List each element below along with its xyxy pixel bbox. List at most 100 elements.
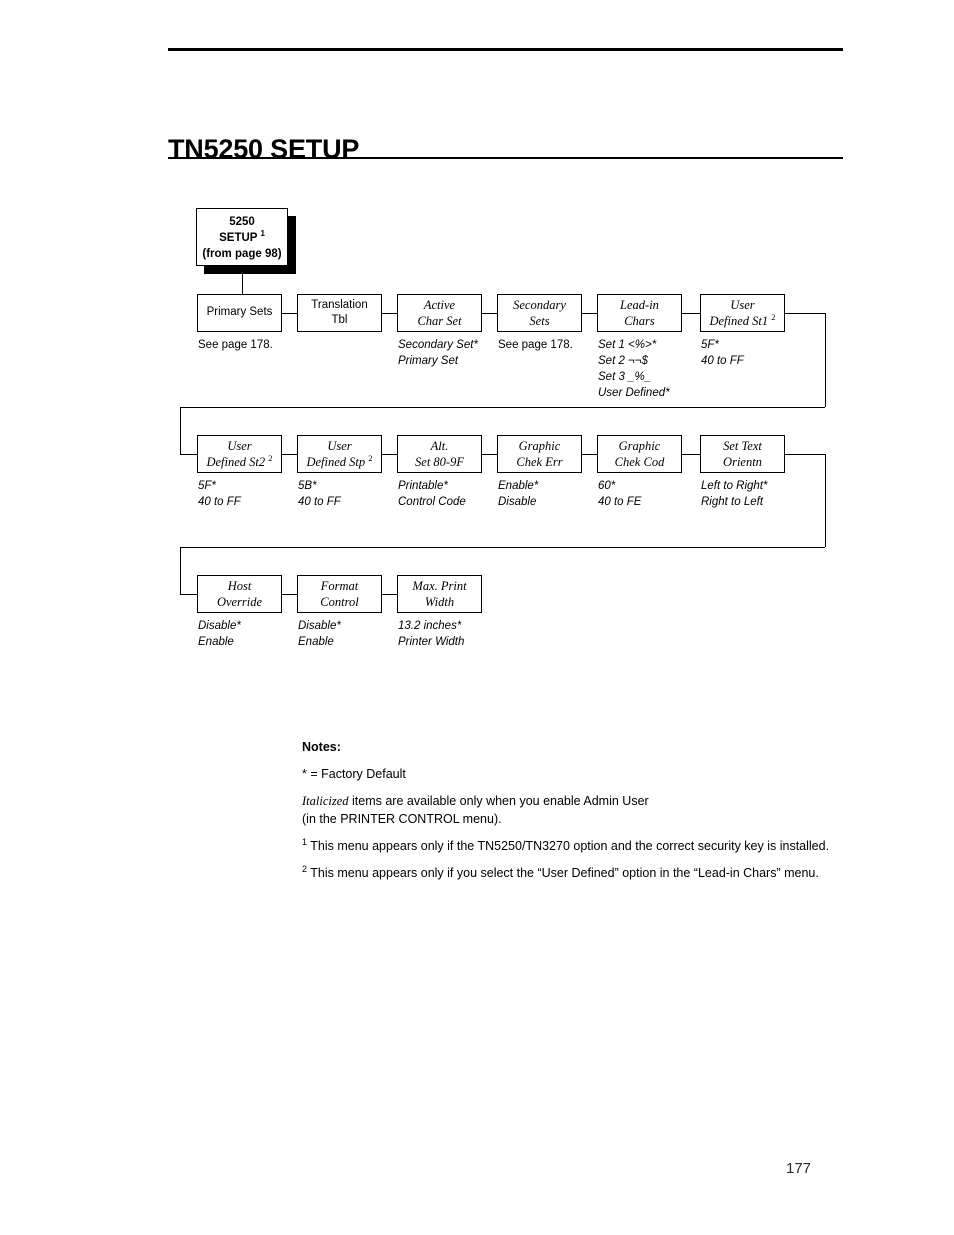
root-footnote-marker: 1 <box>260 229 265 239</box>
note-italicized-line2: (in the PRINTER CONTROL menu). <box>302 811 502 826</box>
menu-node-line-2: Control <box>320 595 359 609</box>
menu-node-line-2: Tbl <box>331 314 348 326</box>
menu-node-line-2: Set 80-9F <box>415 455 464 469</box>
connector-line <box>180 547 181 594</box>
connector-line <box>682 313 700 314</box>
menu-node-line-1: Graphic <box>518 438 561 453</box>
menu-node-line-2: Defined St1 2 <box>709 311 776 328</box>
note-1: 1 This menu appears only if the TN5250/T… <box>302 837 862 855</box>
menu-flow-diagram: 5250 SETUP 1 (from page 98) Primary Sets See… <box>0 0 954 700</box>
menu-node[interactable]: Primary Sets <box>197 294 282 332</box>
menu-node-line-1: Set Text <box>723 438 762 453</box>
menu-node-line-1: Active <box>423 297 456 312</box>
menu-node-options: Disable* Enable <box>198 620 241 648</box>
note-factory-default: * = Factory Default <box>302 767 406 781</box>
menu-node[interactable]: Alt. Set 80-9F <box>397 435 482 473</box>
menu-node-options: Disable* Enable <box>298 620 341 648</box>
menu-node[interactable]: Max. Print Width <box>397 575 482 613</box>
menu-node-options: Printable* Control Code <box>398 480 466 508</box>
menu-node-options: See page 178. <box>198 339 273 351</box>
menu-node[interactable]: Host Override <box>197 575 282 613</box>
menu-node-options: Set 1 <%>* Set 2 ¬¬$ Set 3 _%_ User Defi… <box>598 339 670 399</box>
menu-node-line-1: Graphic <box>618 438 661 453</box>
root-node-5250-setup[interactable]: 5250 SETUP 1 (from page 98) <box>196 208 288 266</box>
connector-line <box>785 454 825 455</box>
connector-line <box>180 407 825 408</box>
connector-line <box>582 313 597 314</box>
connector-line <box>282 454 297 455</box>
connector-line <box>482 454 497 455</box>
menu-node-line-1: Host <box>227 578 252 593</box>
root-line-1: 5250 <box>229 216 255 228</box>
menu-node[interactable]: User Defined St2 2 <box>197 435 282 473</box>
menu-node[interactable]: Lead-in Chars <box>597 294 682 332</box>
page-number: 177 <box>786 1160 812 1177</box>
connector-line <box>180 594 197 595</box>
menu-node-line-1: User <box>730 297 755 312</box>
menu-node[interactable]: Graphic Chek Err <box>497 435 582 473</box>
menu-node[interactable]: User Defined St1 2 <box>700 294 785 332</box>
connector-line <box>282 594 297 595</box>
menu-node-line-1: Format <box>320 578 359 593</box>
note-1-text: This menu appears only if the TN5250/TN3… <box>307 838 830 853</box>
menu-node[interactable]: Format Control <box>297 575 382 613</box>
menu-node[interactable]: User Defined Stp 2 <box>297 435 382 473</box>
menu-node[interactable]: Graphic Chek Cod <box>597 435 682 473</box>
connector-line <box>180 407 181 454</box>
connector-line <box>682 454 700 455</box>
menu-node-options: Left to Right* Right to Left <box>701 480 768 508</box>
menu-node-line-1: User <box>227 438 252 453</box>
note-italicized-word: Italicized <box>302 794 349 809</box>
note-2: 2 This menu appears only if you select t… <box>302 864 862 882</box>
menu-node-line-2: Sets <box>529 314 550 328</box>
menu-node-line-2: Orientn <box>723 455 762 469</box>
root-line-3: (from page 98) <box>202 247 282 260</box>
menu-node-line-1: Lead-in <box>620 297 659 312</box>
note-italicized-rest: items are available only when you enable… <box>348 794 649 809</box>
menu-node[interactable]: Active Char Set <box>397 294 482 332</box>
menu-node-options: 5B* 40 to FF <box>298 480 341 508</box>
menu-node-line-2: Char Set <box>417 314 462 328</box>
connector-line <box>582 454 597 455</box>
connector-line <box>180 547 825 548</box>
menu-node-line-2: Chars <box>624 314 655 328</box>
menu-node-options: 60* 40 to FE <box>598 480 642 508</box>
note-2-text: This menu appears only if you select the… <box>307 866 819 880</box>
menu-node-line-2: Chek Err <box>516 455 563 469</box>
menu-node[interactable]: Set Text Orientn <box>700 435 785 473</box>
menu-node-footnote-marker: 2 <box>771 311 776 322</box>
menu-node-options: 5F* 40 to FF <box>701 339 744 367</box>
connector-line <box>382 594 397 595</box>
connector-line <box>382 313 397 314</box>
menu-node-line-1: Max. Print <box>412 578 467 593</box>
menu-node-line-1: Primary Sets <box>206 306 273 319</box>
menu-node[interactable]: Secondary Sets <box>497 294 582 332</box>
connector-line <box>825 454 826 547</box>
menu-node-footnote-marker: 2 <box>268 452 273 463</box>
menu-node[interactable]: Translation Tbl <box>297 294 382 332</box>
menu-node-line-2: Override <box>216 595 263 609</box>
connector-line <box>382 454 397 455</box>
menu-node-line-2: Defined St2 2 <box>206 452 273 469</box>
connector-line <box>180 454 197 455</box>
notes-section: Notes: * = Factory Default Italicized it… <box>302 740 862 892</box>
connector-line <box>282 313 297 314</box>
menu-node-footnote-marker: 2 <box>368 452 373 463</box>
connector-line <box>785 313 825 314</box>
menu-node-options: See page 178. <box>498 339 573 351</box>
menu-node-line-1: Translation <box>311 298 368 311</box>
menu-node-line-2: Width <box>424 595 455 609</box>
connector-line <box>242 274 243 294</box>
notes-heading: Notes: <box>302 740 341 754</box>
menu-node-line-1: Secondary <box>513 297 566 312</box>
root-line-2: SETUP 1 <box>219 229 265 244</box>
menu-node-line-1: User <box>327 438 352 453</box>
menu-node-options: 13.2 inches* Printer Width <box>398 620 465 648</box>
menu-node-line-2: Chek Cod <box>614 455 665 469</box>
connector-line <box>482 313 497 314</box>
menu-node-options: Enable* Disable <box>498 480 539 508</box>
connector-line <box>825 313 826 407</box>
note-italicized: Italicized items are available only when… <box>302 793 862 828</box>
menu-node-options: 5F* 40 to FF <box>198 480 241 508</box>
menu-node-line-1: Alt. <box>430 438 449 453</box>
